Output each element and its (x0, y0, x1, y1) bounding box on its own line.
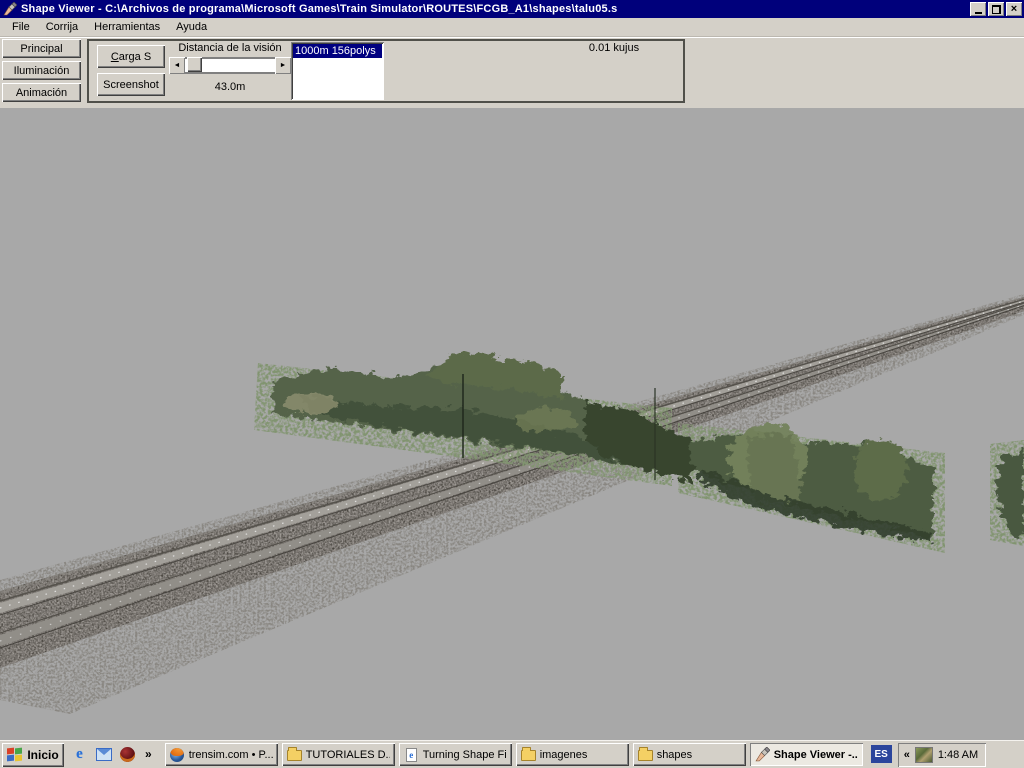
windows-logo-icon (7, 748, 23, 762)
quick-launch-overflow-chevron[interactable]: » (142, 747, 155, 761)
tray-collapse-chevron[interactable]: « (904, 749, 910, 761)
window-title: Shape Viewer - C:\Archivos de programa\M… (21, 3, 970, 15)
slider-track[interactable] (185, 58, 275, 73)
slider-right-arrow[interactable]: ► (275, 57, 291, 74)
carga-s-button[interactable]: Carga S (97, 45, 165, 68)
task-button-shape-viewer[interactable]: Shape Viewer -... (750, 743, 863, 766)
task-button-shapes[interactable]: shapes (633, 743, 746, 766)
lod-listbox[interactable]: 1000m 156polys (291, 42, 384, 100)
folder-icon (638, 747, 653, 762)
view-controls-group: Carga S Screenshot Distancia de la visió… (87, 39, 685, 103)
task-button-trensim[interactable]: trensim.com • P... (165, 743, 278, 766)
tab-animacion[interactable]: Animación (2, 83, 81, 102)
tab-principal[interactable]: Principal (2, 39, 81, 58)
shape-viewer-icon (3, 2, 17, 16)
language-indicator[interactable]: ES (871, 745, 892, 763)
tab-iluminacion[interactable]: Iluminación (2, 61, 81, 80)
title-bar[interactable]: Shape Viewer - C:\Archivos de programa\M… (0, 0, 1024, 18)
quick-launch-bar: e » (64, 745, 159, 764)
system-tray: « 1:48 AM (898, 743, 986, 767)
menu-bar: File Corrija Herramientas Ayuda (0, 18, 1024, 37)
menu-herramientas[interactable]: Herramientas (86, 19, 168, 35)
start-button[interactable]: Inicio (2, 743, 64, 767)
minimize-button[interactable] (970, 2, 986, 16)
firefox-icon (170, 747, 185, 762)
menu-corrija[interactable]: Corrija (38, 19, 86, 35)
task-buttons: trensim.com • P... TUTORIALES D... e Tur… (165, 742, 863, 766)
taskbar: Inicio e » trensim.com • P... TUTORIALES… (0, 740, 1024, 768)
internet-explorer-icon[interactable]: e (70, 745, 89, 764)
ie-document-icon: e (404, 747, 419, 762)
shape-viewer-window: Shape Viewer - C:\Archivos de programa\M… (0, 0, 1024, 768)
view-mode-tabs: Principal Iluminación Animación (2, 39, 81, 102)
taskbar-clock: 1:48 AM (938, 749, 978, 761)
slider-thumb[interactable] (187, 57, 202, 72)
task-button-imagenes[interactable]: imagenes (516, 743, 629, 766)
red-circle-app-icon[interactable] (118, 745, 137, 764)
folder-icon (521, 747, 536, 762)
menu-ayuda[interactable]: Ayuda (168, 19, 215, 35)
lod-item-selected[interactable]: 1000m 156polys (293, 44, 382, 58)
restore-button[interactable] (988, 2, 1004, 16)
screenshot-button[interactable]: Screenshot (97, 73, 165, 96)
viewport-3d-render[interactable] (0, 108, 1024, 740)
render-scene (0, 108, 1024, 740)
minimize-icon (975, 12, 982, 14)
menu-file[interactable]: File (4, 19, 38, 35)
tray-app-icon[interactable] (916, 748, 932, 762)
view-distance-label: Distancia de la visión (169, 42, 291, 54)
view-distance-slider[interactable]: ◄ ► (169, 57, 291, 74)
close-button[interactable]: × (1006, 2, 1022, 16)
task-button-turning-shape[interactable]: e Turning Shape Fi... (399, 743, 512, 766)
task-button-tutoriales[interactable]: TUTORIALES D... (282, 743, 395, 766)
slider-left-arrow[interactable]: ◄ (169, 57, 185, 74)
shape-viewer-icon (755, 747, 770, 762)
folder-icon (287, 747, 302, 762)
restore-icon (992, 5, 1001, 14)
close-icon: × (1011, 4, 1017, 15)
toolbar: Principal Iluminación Animación Carga S … (0, 37, 1024, 108)
view-distance-value: 43.0m (169, 81, 291, 93)
kujus-value: 0.01 kujus (549, 42, 679, 54)
outlook-express-icon[interactable] (94, 745, 113, 764)
